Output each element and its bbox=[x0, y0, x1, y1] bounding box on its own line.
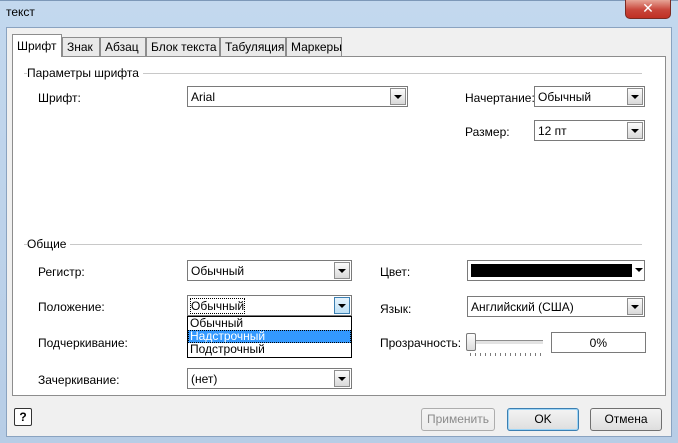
case-combo[interactable]: Обычный bbox=[187, 260, 352, 281]
style-label: Начертание: bbox=[465, 91, 535, 105]
color-swatch bbox=[471, 264, 632, 277]
chevron-down-icon[interactable] bbox=[334, 262, 350, 279]
transparency-slider-thumb[interactable] bbox=[466, 333, 476, 351]
window-title: текст bbox=[6, 5, 35, 19]
underline-label: Подчеркивание: bbox=[38, 336, 128, 350]
close-button[interactable]: ✕ bbox=[625, 0, 671, 19]
transparency-label: Прозрачность: bbox=[380, 336, 462, 350]
tab-bullets[interactable]: Маркеры bbox=[286, 37, 342, 56]
tab-label: Маркеры bbox=[291, 40, 342, 54]
group-label-general: Общие bbox=[27, 237, 71, 251]
tab-label: Абзац bbox=[105, 40, 139, 54]
tab-label: Блок текста bbox=[151, 40, 217, 54]
font-label: Шрифт: bbox=[38, 91, 81, 105]
tab-paragraph[interactable]: Абзац bbox=[100, 37, 146, 56]
chevron-down-icon[interactable] bbox=[334, 370, 350, 387]
strikethrough-combo[interactable]: (нет) bbox=[187, 368, 352, 389]
tab-label: Табуляция bbox=[225, 40, 285, 54]
language-label: Язык: bbox=[380, 302, 412, 316]
tab-label: Знак bbox=[67, 40, 93, 54]
position-value: Обычный bbox=[189, 298, 246, 314]
style-value: Обычный bbox=[538, 90, 592, 104]
position-label: Положение: bbox=[38, 300, 105, 314]
help-button[interactable]: ? bbox=[14, 408, 32, 426]
close-icon: ✕ bbox=[642, 0, 654, 16]
size-label: Размер: bbox=[465, 125, 510, 139]
style-combo[interactable]: Обычный bbox=[534, 86, 645, 107]
font-value: Arial bbox=[191, 90, 216, 104]
chevron-down-icon[interactable] bbox=[627, 122, 643, 139]
color-label: Цвет: bbox=[380, 265, 411, 279]
size-value: 12 пт bbox=[538, 124, 567, 138]
chevron-down-icon[interactable] bbox=[627, 298, 643, 315]
ok-button[interactable]: OK bbox=[507, 408, 579, 431]
chevron-down-icon[interactable] bbox=[334, 297, 350, 314]
case-label: Регистр: bbox=[38, 265, 85, 279]
group-divider bbox=[24, 244, 642, 245]
tab-text-block[interactable]: Блок текста bbox=[146, 37, 220, 56]
cancel-button[interactable]: Отмена bbox=[590, 408, 662, 431]
chevron-down-icon[interactable] bbox=[634, 262, 643, 279]
tab-label: Шрифт bbox=[17, 39, 57, 53]
size-combo[interactable]: 12 пт bbox=[534, 120, 645, 141]
tab-font[interactable]: Шрифт bbox=[12, 34, 62, 57]
tab-character[interactable]: Знак bbox=[62, 37, 100, 56]
chevron-down-icon[interactable] bbox=[627, 88, 643, 105]
position-dropdown-list: Обычный Надстрочный Подстрочный bbox=[187, 316, 352, 358]
tab-tabs[interactable]: Табуляция bbox=[220, 37, 286, 56]
strikethrough-label: Зачеркивание: bbox=[38, 373, 120, 387]
font-combo[interactable]: Arial bbox=[187, 86, 408, 107]
help-icon: ? bbox=[19, 410, 27, 424]
apply-button[interactable]: Применить bbox=[421, 408, 495, 431]
group-label-font-params: Параметры шрифта bbox=[27, 66, 143, 80]
slider-ticks bbox=[470, 353, 542, 356]
strikethrough-value: (нет) bbox=[191, 372, 218, 386]
dropdown-option[interactable]: Подстрочный bbox=[188, 343, 351, 356]
chevron-down-icon[interactable] bbox=[390, 88, 406, 105]
case-value: Обычный bbox=[191, 264, 245, 278]
position-combo[interactable]: Обычный bbox=[187, 295, 352, 316]
color-combo[interactable] bbox=[467, 260, 645, 281]
language-combo[interactable]: Английский (США) bbox=[467, 296, 645, 317]
language-value: Английский (США) bbox=[471, 300, 574, 314]
transparency-input[interactable]: 0% bbox=[551, 332, 646, 353]
transparency-slider-track[interactable] bbox=[467, 340, 543, 345]
